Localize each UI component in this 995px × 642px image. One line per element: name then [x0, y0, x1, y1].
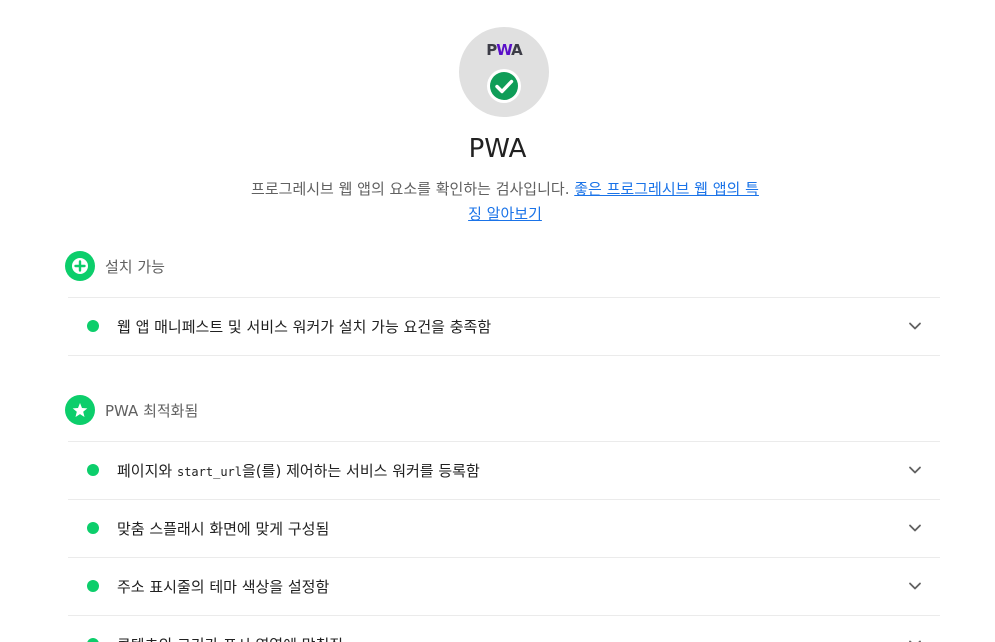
- category-description: 프로그레시브 웹 앱의 요소를 확인하는 검사입니다. 좋은 프로그레시브 웹 …: [250, 177, 760, 227]
- group-header-installable: 설치 가능: [65, 251, 165, 281]
- description-text: 프로그레시브 웹 앱의 요소를 확인하는 검사입니다.: [251, 180, 570, 198]
- audit-service-worker[interactable]: 페이지와 start_url을(를) 제어하는 서비스 워커를 등록함: [68, 442, 940, 499]
- chevron-down-icon[interactable]: [908, 637, 922, 642]
- audit-content-width[interactable]: 콘텐츠의 크기가 표시 영역에 맞춰짐: [68, 616, 940, 642]
- start-url-code: start_url: [176, 465, 242, 479]
- audit-installable-manifest[interactable]: 웹 앱 매니페스트 및 서비스 워커가 설치 가능 요건을 충족함: [68, 298, 940, 355]
- chevron-down-icon[interactable]: [908, 579, 922, 593]
- pwa-logo: PWA: [486, 41, 522, 59]
- audit-title: 맞춤 스플래시 화면에 맞게 구성됨: [117, 520, 330, 538]
- pass-indicator: [87, 464, 99, 476]
- lighthouse-pwa-report: PWA PWA 프로그레시브 웹 앱의 요소를 확인하는 검사입니다. 좋은 프…: [0, 0, 995, 642]
- category-title: PWA: [468, 134, 527, 164]
- chevron-down-icon[interactable]: [908, 463, 922, 477]
- pwa-gauge[interactable]: PWA: [459, 27, 549, 117]
- audit-title: 콘텐츠의 크기가 표시 영역에 맞춰짐: [117, 634, 343, 642]
- group-title: PWA 최적화됨: [105, 401, 199, 420]
- audit-themed-omnibox[interactable]: 주소 표시줄의 테마 색상을 설정함: [68, 558, 940, 615]
- group-header-pwa-optimized: PWA 최적화됨: [65, 395, 198, 425]
- pass-indicator: [87, 320, 99, 332]
- star-icon: [65, 395, 95, 425]
- audit-splash-screen[interactable]: 맞춤 스플래시 화면에 맞게 구성됨: [68, 500, 940, 557]
- plus-icon: [65, 251, 95, 281]
- divider: [68, 355, 940, 356]
- chevron-down-icon[interactable]: [908, 521, 922, 535]
- group-title: 설치 가능: [105, 257, 165, 276]
- pass-indicator: [87, 638, 99, 642]
- audit-title: 웹 앱 매니페스트 및 서비스 워커가 설치 가능 요건을 충족함: [117, 318, 492, 336]
- pass-indicator: [87, 522, 99, 534]
- audit-title: 주소 표시줄의 테마 색상을 설정함: [117, 578, 330, 596]
- pass-indicator: [87, 580, 99, 592]
- chevron-down-icon[interactable]: [908, 319, 922, 333]
- audit-title: 페이지와 start_url을(를) 제어하는 서비스 워커를 등록함: [117, 462, 480, 480]
- check-circle-icon: [487, 69, 521, 103]
